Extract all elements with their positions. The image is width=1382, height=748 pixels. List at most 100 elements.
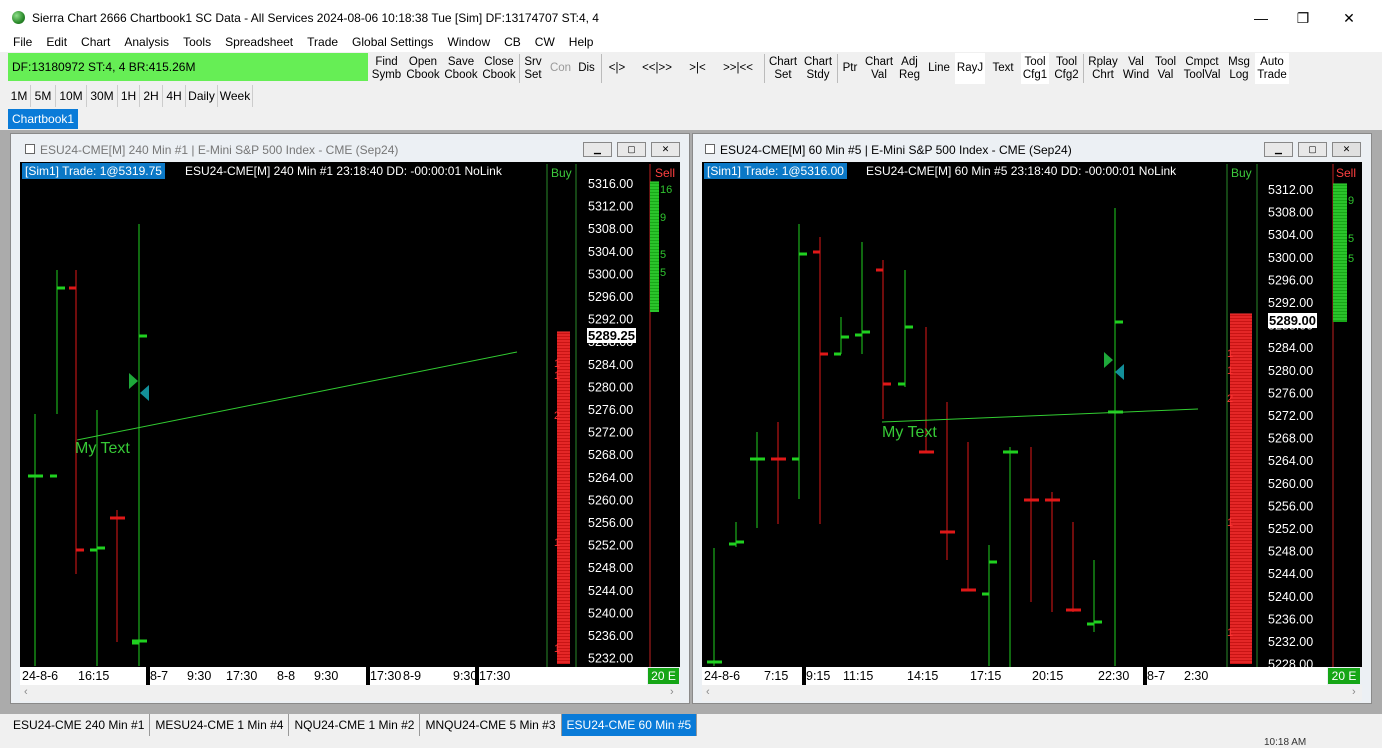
timeframe-2h-button[interactable]: 2H [140,85,163,107]
menu-chart[interactable]: Chart [74,35,117,49]
server-settings-button[interactable]: Srv Set [521,53,545,84]
timeframe-5m-button[interactable]: 5M [31,85,56,107]
label: Log [1229,68,1249,81]
chart-tab-nq-1[interactable]: NQU24-CME 1 Min #2 [289,714,421,736]
menu-trade[interactable]: Trade [300,35,345,49]
chart-tab-es-240[interactable]: ESU24-CME 240 Min #1 [8,714,151,736]
label: Adj [901,55,918,68]
adjustable-regression-button[interactable]: Adj Reg [897,53,922,84]
chart-values-button[interactable]: Chart Val [863,53,895,84]
label: Val [1157,68,1174,81]
close-chartbook-button[interactable]: Close Cbook [481,53,517,84]
replay-chart-button[interactable]: Rplay Chrt [1085,53,1121,84]
chart-1-svg[interactable]: 5316.00 5312.00 5308.00 5304.00 5300.00 5296.… [20,162,680,667]
toolbar-divider [764,54,765,83]
menu-spreadsheet[interactable]: Spreadsheet [218,35,300,49]
scroll-left-icon[interactable]: ‹ [706,686,710,698]
timeframe-daily-button[interactable]: Daily [186,85,218,107]
nav-compress-all-button[interactable]: >>|<< [715,53,761,84]
price-axis-label: 5304.00 [1268,228,1313,242]
time-axis-label: 9:15 [806,669,830,683]
price-axis-label: 5264.00 [588,471,633,485]
scroll-right-icon[interactable]: › [670,686,674,698]
chart-studies-button[interactable]: Chart Stdy [801,53,835,84]
chart-tab-es-60[interactable]: ESU24-CME 60 Min #5 [561,714,698,736]
chart-close-icon[interactable]: ✕ [1332,142,1361,157]
chart-text-annotation[interactable]: My Text [882,424,937,442]
line-tool-button[interactable]: Line [925,53,953,84]
label: Tool [1024,55,1046,68]
chart-tab-mnq-5[interactable]: MNQU24-CME 5 Min #3 [420,714,562,736]
toolbar-divider [1083,54,1084,83]
scroll-right-icon[interactable]: › [1352,686,1356,698]
disconnect-button[interactable]: Dis [575,53,598,84]
minimize-icon[interactable]: — [1238,6,1284,30]
open-chartbook-button[interactable]: Open Cbook [405,53,441,84]
compact-tool-values-button[interactable]: Cmpct ToolVal [1181,53,1223,84]
label: Chrt [1092,68,1114,81]
label: Chart [864,55,894,68]
timeframe-1h-button[interactable]: 1H [118,85,140,107]
timeframe-4h-button[interactable]: 4H [163,85,186,107]
label: Cbook [482,68,516,81]
find-symbol-button[interactable]: Find Symb [369,53,404,84]
ray-tool-button[interactable]: RayJ [955,53,985,84]
close-icon[interactable]: ✕ [1326,6,1372,30]
label: Srv [524,55,542,68]
maximize-icon[interactable]: ❐ [1280,6,1326,30]
dom-sell-number: 1 [1227,365,1233,377]
chart-maximize-icon[interactable]: ▢ [617,142,646,157]
horizontal-scrollbar[interactable] [20,685,680,701]
text-tool-button[interactable]: Text [987,53,1019,84]
menu-file[interactable]: File [0,35,39,49]
horizontal-scrollbar[interactable] [702,685,1362,701]
label: Cfg1 [1022,68,1048,81]
connect-button[interactable]: Con [548,53,573,84]
timeframe-10m-button[interactable]: 10M [56,85,87,107]
menu-help[interactable]: Help [562,35,601,49]
price-axis-label: 5308.00 [588,222,633,236]
tool-config-1-button[interactable]: Tool Cfg1 [1021,53,1049,84]
menu-cb[interactable]: CB [497,35,528,49]
menu-global-settings[interactable]: Global Settings [345,35,440,49]
tool-config-2-button[interactable]: Tool Cfg2 [1052,53,1081,84]
auto-trade-button[interactable]: Auto Trade [1255,53,1289,84]
save-chartbook-button[interactable]: Save Cbook [443,53,479,84]
timeframe-1m-button[interactable]: 1M [8,85,31,107]
label: Open [408,55,438,68]
menu-analysis[interactable]: Analysis [117,35,176,49]
menu-edit[interactable]: Edit [39,35,74,49]
timeframe-week-button[interactable]: Week [218,85,253,107]
trendline [76,351,518,441]
chart-tab-mes-1[interactable]: MESU24-CME 1 Min #4 [150,714,290,736]
timeframe-30m-button[interactable]: 30M [87,85,118,107]
chart-window-icon [25,144,35,154]
pointer-tool-button[interactable]: Ptr [839,53,861,84]
chart-minimize-icon[interactable]: ▁ [583,142,612,157]
menu-cw[interactable]: CW [528,35,562,49]
chart-minimize-icon[interactable]: ▁ [1264,142,1293,157]
taskbar-clock: 10:18 AM [1264,737,1307,748]
message-log-button[interactable]: Msg Log [1225,53,1253,84]
menu-tools[interactable]: Tools [176,35,218,49]
scroll-left-icon[interactable]: ‹ [24,686,28,698]
chart-2-svg[interactable]: 5312.00 5308.00 5304.00 5300.00 5296.00 5292.… [702,162,1362,667]
chart-maximize-icon[interactable]: ▢ [1298,142,1327,157]
tool-values-button[interactable]: Tool Val [1152,53,1179,84]
nav-center-button[interactable]: <|> [603,53,631,84]
label: Stdy [806,68,830,81]
chart-close-icon[interactable]: ✕ [651,142,680,157]
nav-expand-button[interactable]: <<|>> [634,53,680,84]
dom-sell-number: 1 [554,358,560,370]
time-axis-label: 2:30 [1184,669,1208,683]
values-window-button[interactable]: Val Wind [1122,53,1150,84]
chart-text-annotation[interactable]: My Text [75,440,130,458]
price-axis-label: 5308.00 [1268,206,1313,220]
nav-compress-button[interactable]: >|< [683,53,712,84]
chartbook-tab[interactable]: Chartbook1 [8,109,78,129]
chart-settings-button[interactable]: Chart Set [766,53,800,84]
menu-window[interactable]: Window [440,35,497,49]
price-axis-label: 5300.00 [588,267,633,281]
price-axis-label: 5248.00 [588,561,633,575]
label: Rplay [1088,55,1118,68]
